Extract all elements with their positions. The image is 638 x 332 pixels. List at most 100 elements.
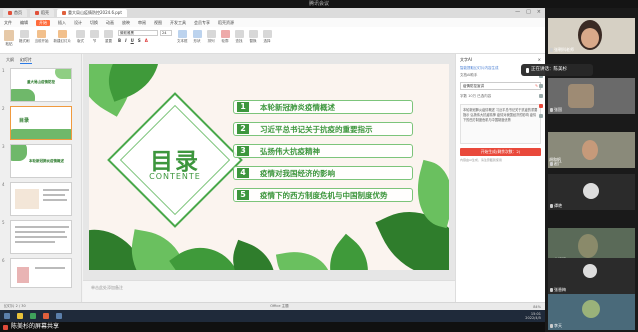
slide-thumbnail-3[interactable]: 本轮新冠肺炎疫情概述 xyxy=(10,144,72,178)
tab-docer[interactable]: 稻壳 xyxy=(30,9,54,17)
participant-tile-4[interactable]: 谭艳 xyxy=(548,174,635,210)
toc-item-3: 3 弘扬伟大抗疫精神 xyxy=(233,144,413,158)
tab-label: 稻壳 xyxy=(41,10,49,15)
docer-icon xyxy=(35,11,39,15)
tab-slides[interactable]: 幻灯片 xyxy=(20,57,32,64)
slide-thumbnail-1[interactable]: 重大局山疫情防控 xyxy=(10,68,72,102)
wps-icon[interactable] xyxy=(43,313,49,319)
font-color-icon[interactable]: A xyxy=(145,38,148,43)
participant-tile-3[interactable]: 赵广 xyxy=(548,132,635,168)
toc-number: 5 xyxy=(237,190,249,200)
thumb-text-line xyxy=(43,194,65,196)
toc-item-5: 5 疫情下的西方制度危机与中国制度优势 xyxy=(233,188,413,202)
tab-home[interactable]: 首页 xyxy=(3,9,27,17)
menu-home[interactable]: 开始 xyxy=(36,19,50,26)
content-textarea[interactable]: 本轮新冠肺炎疫情概述 习近平总书记关于抗疫的重要指示 弘扬伟大抗疫精神 疫情对我… xyxy=(460,104,541,144)
clock-date: 2022/4/5 xyxy=(525,316,541,320)
menu-view[interactable]: 视图 xyxy=(154,20,162,26)
paste-button[interactable]: 粘贴 xyxy=(4,30,14,47)
toc-text: 弘扬伟大抗疫精神 xyxy=(260,147,320,156)
shape-button[interactable]: 形状 xyxy=(192,30,202,44)
thumb-text-line xyxy=(15,236,67,238)
toc-item-2: 2 习近平总书记关于抗疫的重要指示 xyxy=(233,122,413,136)
section-button[interactable]: 节 xyxy=(90,30,99,44)
zoom-level[interactable]: 84% xyxy=(533,305,541,309)
arrange-icon xyxy=(206,30,216,38)
bold-icon[interactable]: B xyxy=(118,38,121,43)
italic-icon[interactable]: I xyxy=(125,38,127,43)
reset-button[interactable]: 重置 xyxy=(104,30,113,44)
tab-outline[interactable]: 大纲 xyxy=(6,57,14,64)
ppt-icon xyxy=(62,11,66,15)
menu-developer[interactable]: 开发工具 xyxy=(170,20,186,26)
minimize-icon[interactable]: — xyxy=(515,9,520,15)
format-painter-button[interactable]: 格式刷 xyxy=(19,30,30,44)
current-slide-button[interactable]: 当前开始 xyxy=(35,30,49,44)
font-size-select[interactable]: 24 xyxy=(160,30,172,36)
font-name-select[interactable]: 微软雅黑 xyxy=(118,30,158,36)
animation-icon[interactable] xyxy=(538,84,543,88)
menu-member[interactable]: 会员专享 xyxy=(194,20,210,26)
menu-edit[interactable]: 编辑 xyxy=(20,20,28,26)
menu-file[interactable]: 文件 xyxy=(4,20,12,26)
slide-thumbnail-4[interactable] xyxy=(10,182,72,216)
thumb-title: 本轮新冠肺炎疫情概述 xyxy=(29,159,64,163)
maximize-icon[interactable]: □ xyxy=(526,9,531,15)
toc-number: 1 xyxy=(237,102,249,112)
menu-docer-resources[interactable]: 稻壳资源 xyxy=(218,20,234,26)
status-bar: 幻灯片 2 / 30 Office 主题 84% xyxy=(0,302,545,310)
textbox-button[interactable]: 文本框 xyxy=(177,30,188,44)
folder-icon[interactable] xyxy=(17,313,23,319)
screen: 腾讯会议 首页 稻壳 重大局山疫情防控2024.6.ppt — □ × 文件 编… xyxy=(0,0,638,332)
wechat-icon[interactable] xyxy=(30,313,36,319)
participant-tile-2[interactable]: 张国 xyxy=(548,78,635,114)
tab-presentation[interactable]: 重大局山疫情防控2024.6.ppt xyxy=(57,9,127,17)
slide-thumbnail-6[interactable] xyxy=(10,258,72,288)
close-icon[interactable]: × xyxy=(538,57,541,63)
participant-tile-6[interactable]: 张香梅 xyxy=(548,258,635,294)
menu-transition[interactable]: 切换 xyxy=(90,20,98,26)
new-slide-button[interactable]: 新建幻灯片 xyxy=(54,30,71,44)
section-label: 节 xyxy=(92,39,97,43)
thumb-number: 5 xyxy=(2,220,5,225)
strike-icon[interactable]: S xyxy=(138,38,141,43)
slide-canvas[interactable]: 目录 CONTENTE 1 本轮新冠肺炎疫情概述 2 习近平总书记关于抗疫的重要… xyxy=(89,64,449,270)
search-icon xyxy=(234,30,244,38)
theme-name: Office 主题 xyxy=(270,304,289,308)
participant-name-text: 谭艳 xyxy=(554,203,562,208)
menu-review[interactable]: 审阅 xyxy=(138,20,146,26)
ai-icon[interactable] xyxy=(538,104,543,108)
participant-tile-7[interactable]: 李天 xyxy=(548,294,635,330)
replace-button[interactable]: 替换 xyxy=(248,30,258,44)
participant-tile-1[interactable]: 张朝科老师 xyxy=(548,18,635,54)
arrange-button[interactable]: 排列 xyxy=(206,30,216,44)
generate-button[interactable]: 开始生成(剩余次数：2) xyxy=(460,148,541,156)
menu-slideshow[interactable]: 放映 xyxy=(122,20,130,26)
outline-button[interactable]: 轮廓 xyxy=(220,30,230,44)
menu-design[interactable]: 设计 xyxy=(74,20,82,26)
topic-input[interactable]: 疫情防控宣讲 ✎ xyxy=(460,82,541,90)
participant-photo xyxy=(582,300,600,318)
object-icon[interactable] xyxy=(538,94,543,98)
menu-insert[interactable]: 插入 xyxy=(58,20,66,26)
window-controls: — □ × xyxy=(515,9,541,15)
thumb-title: 目录 xyxy=(19,118,30,124)
notes-field[interactable]: 单击此处添加备注 xyxy=(83,280,455,302)
participant-name: 张朝科老师 xyxy=(550,47,574,53)
backup-icon[interactable] xyxy=(538,114,543,118)
close-icon[interactable]: × xyxy=(537,9,541,15)
select-label: 选择 xyxy=(263,39,271,43)
mic-icon xyxy=(550,108,553,112)
meeting-title-bar: 腾讯会议 xyxy=(0,0,638,8)
find-button[interactable]: 查找 xyxy=(234,30,244,44)
underline-icon[interactable]: U xyxy=(131,38,134,43)
layout-button[interactable]: 版式 xyxy=(76,30,85,44)
browser-icon[interactable] xyxy=(56,313,62,319)
slide-thumbnail-2[interactable]: 目录 xyxy=(10,106,72,140)
slide-thumbnail-5[interactable] xyxy=(10,220,72,254)
select-button[interactable]: 选择 xyxy=(262,30,272,44)
shape-label: 形状 xyxy=(193,39,201,43)
start-icon[interactable] xyxy=(4,313,10,319)
ai-side-panel: 文字AI × 智能提取幻灯片内容生成 文档AI助手 疫情防控宣讲 ✎ 字数 10万… xyxy=(455,54,545,302)
menu-animation[interactable]: 动画 xyxy=(106,20,114,26)
